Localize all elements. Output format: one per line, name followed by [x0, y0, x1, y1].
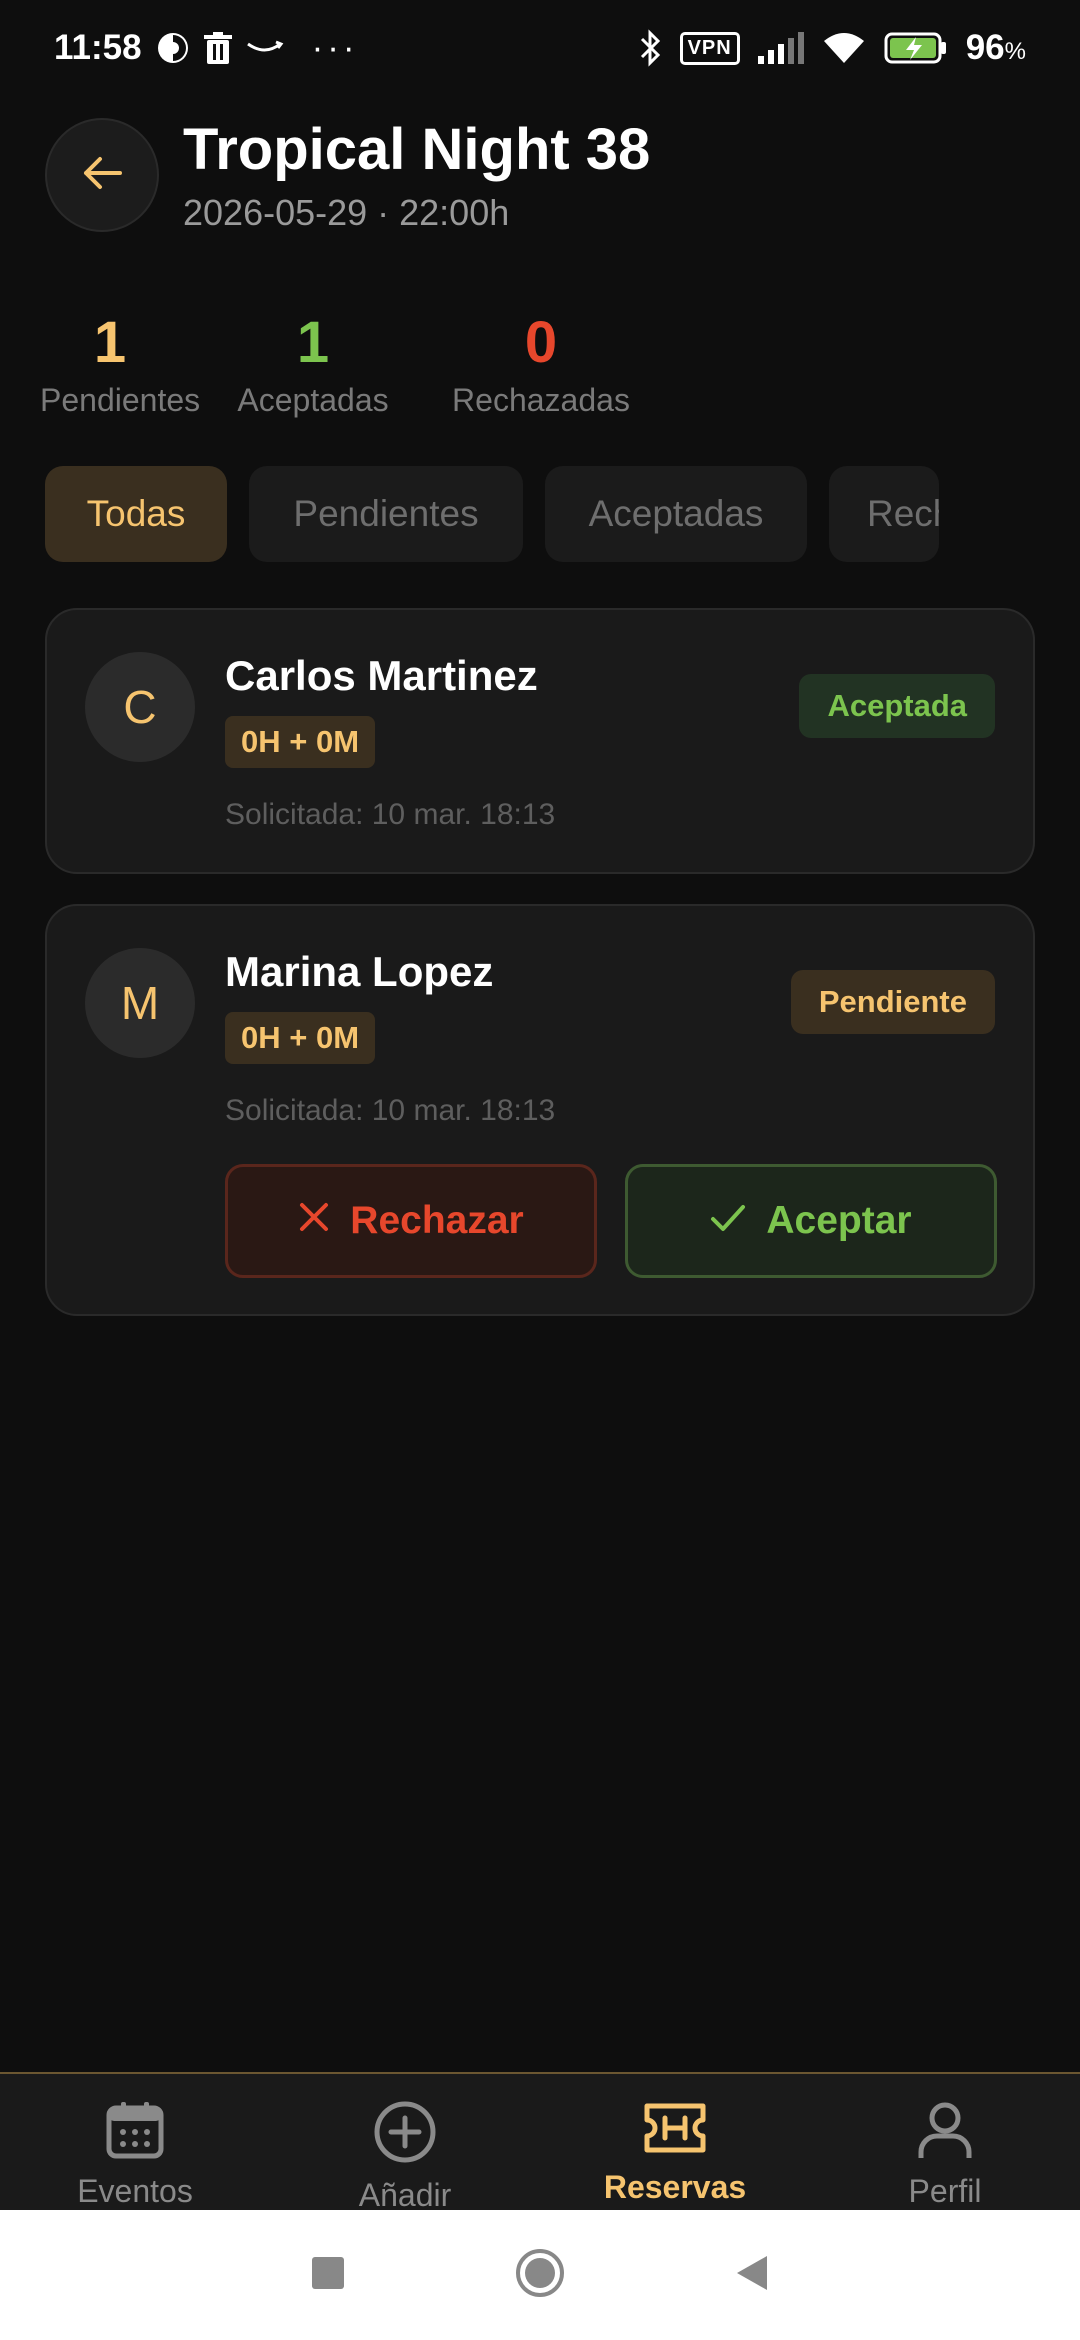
- avatar: M: [85, 948, 195, 1058]
- person-icon: [915, 2100, 975, 2165]
- battery-percent: 96: [965, 28, 1005, 67]
- accept-label: Aceptar: [766, 1199, 912, 1242]
- nav-item-reservas[interactable]: Reservas: [540, 2074, 810, 2210]
- reservation-card: M Marina Lopez 0H + 0M Solicitada: 10 ma…: [45, 904, 1035, 1316]
- calendar-icon: [105, 2100, 165, 2165]
- recents-button[interactable]: [311, 2256, 345, 2295]
- duration-badge: 0H + 0M: [225, 1012, 376, 1064]
- data-saver-icon: [156, 31, 190, 65]
- nav-item-eventos[interactable]: Eventos: [0, 2074, 270, 2210]
- guest-name: Carlos Martinez: [225, 652, 538, 699]
- nav-item-anadir[interactable]: Añadir: [270, 2074, 540, 2213]
- stat-pending-label: Pendientes: [40, 382, 201, 418]
- tab-todas[interactable]: Todas: [45, 466, 227, 562]
- tab-aceptadas[interactable]: Aceptadas: [545, 466, 807, 562]
- ticket-icon: [641, 2100, 709, 2161]
- stat-pending-value: 1: [93, 310, 127, 375]
- stat-rejected-label: Rechazadas: [452, 382, 630, 418]
- header-text: Tropical Night 38 2026-05-29 · 22:00h: [183, 118, 650, 234]
- nav-label-perfil: Perfil: [908, 2173, 982, 2209]
- tab-rechazadas[interactable]: Rechazadas: [829, 466, 939, 562]
- add-circle-icon: [373, 2100, 437, 2169]
- status-badge: Pendiente: [790, 970, 995, 1034]
- avatar: C: [85, 652, 195, 762]
- filter-tabs: Todas Pendientes Aceptadas Rechazadas: [45, 466, 939, 562]
- status-bar: 11:58 ··· VPN 96%: [0, 0, 1080, 96]
- amazon-smile-icon: [246, 38, 284, 58]
- wifi-icon: [822, 31, 866, 65]
- stat-accepted-value: 1: [296, 310, 330, 375]
- requested-date: Solicitada: 10 mar. 18:13: [225, 1094, 556, 1127]
- stat-accepted-label: Aceptadas: [237, 382, 389, 418]
- guest-name: Marina Lopez: [225, 948, 494, 995]
- stat-rejected-value: 0: [524, 310, 558, 375]
- stat-pending: 1 Pendientes: [40, 308, 201, 419]
- bottom-nav: Eventos Añadir Reservas Perfil: [0, 2072, 1080, 2213]
- page-title: Tropical Night 38: [183, 117, 651, 182]
- system-nav-bar: [0, 2210, 1080, 2340]
- vpn-icon: VPN: [679, 31, 740, 65]
- header: Tropical Night 38 2026-05-29 · 22:00h: [45, 118, 650, 234]
- signal-icon: [757, 32, 804, 64]
- reservation-card: C Carlos Martinez 0H + 0M Solicitada: 10…: [45, 608, 1035, 874]
- battery-charging-icon: [884, 31, 948, 65]
- duration-badge: 0H + 0M: [225, 716, 376, 768]
- check-icon: [710, 1199, 746, 1243]
- more-notifications-icon: ···: [311, 28, 359, 67]
- nav-label-anadir: Añadir: [358, 2177, 452, 2213]
- bluetooth-icon: [640, 29, 662, 67]
- page-subtitle: 2026-05-29 · 22:00h: [183, 192, 510, 233]
- arrow-left-icon: [80, 151, 124, 200]
- back-nav-button[interactable]: [735, 2254, 769, 2297]
- status-badge: Aceptada: [799, 674, 995, 738]
- stat-rejected: 0 Rechazadas: [451, 308, 631, 419]
- reject-label: Rechazar: [350, 1199, 524, 1242]
- reject-button[interactable]: Rechazar: [225, 1164, 597, 1278]
- nav-label-reservas: Reservas: [603, 2169, 747, 2205]
- status-time: 11:58: [54, 28, 142, 67]
- back-button[interactable]: [45, 118, 159, 232]
- accept-button[interactable]: Aceptar: [625, 1164, 997, 1278]
- battery-level: 96%: [966, 28, 1026, 68]
- home-button[interactable]: [515, 2248, 565, 2303]
- nav-item-perfil[interactable]: Perfil: [810, 2074, 1080, 2210]
- battery-suffix: %: [1004, 38, 1026, 65]
- stat-accepted: 1 Aceptadas: [233, 308, 393, 419]
- screen: 11:58 ··· VPN 96% Tropical Night 38 2026…: [0, 0, 1080, 2340]
- requested-date: Solicitada: 10 mar. 18:13: [225, 798, 556, 831]
- trash-icon: [203, 32, 232, 64]
- stats-summary: 1 Pendientes 1 Aceptadas 0 Rechazadas: [40, 308, 631, 419]
- close-icon: [298, 1199, 330, 1243]
- nav-label-eventos: Eventos: [77, 2173, 193, 2209]
- tab-pendientes[interactable]: Pendientes: [249, 466, 523, 562]
